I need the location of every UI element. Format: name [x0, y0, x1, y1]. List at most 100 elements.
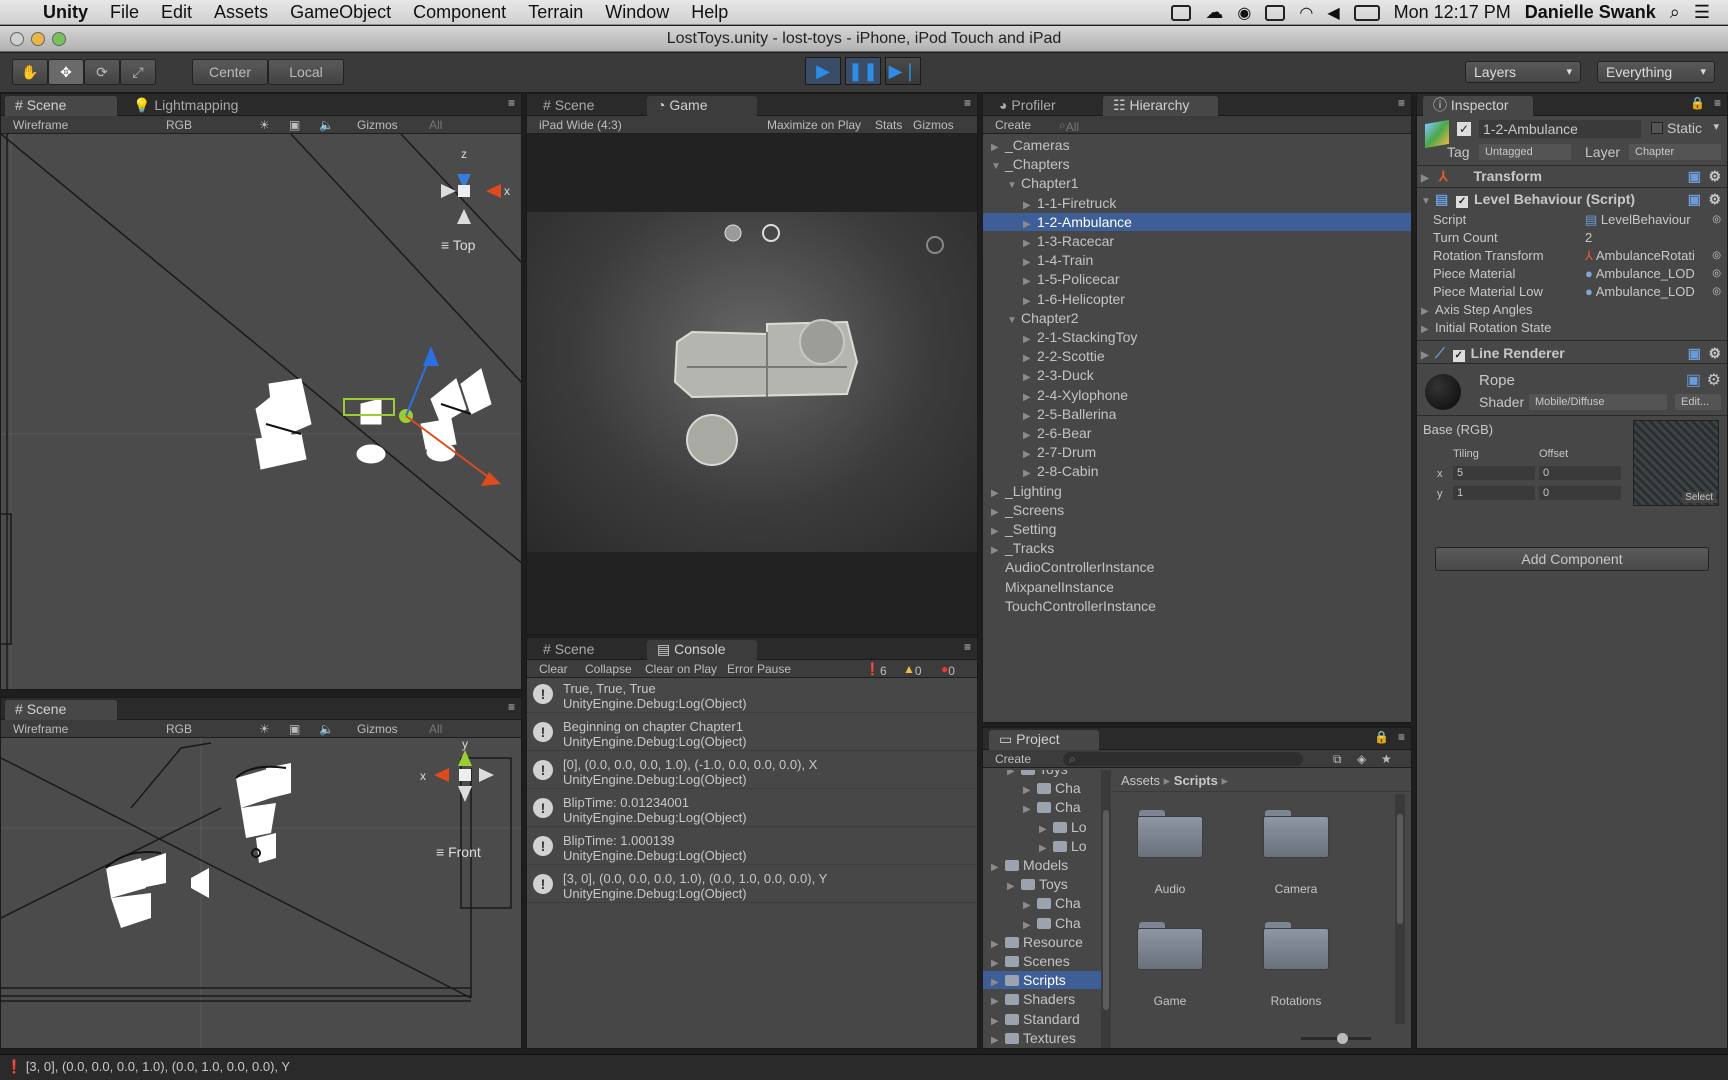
cloud-icon[interactable]: ☁ [1205, 2, 1223, 23]
hierarchy-item[interactable]: ▶ _Lighting [983, 482, 1411, 500]
project-folder-item[interactable]: ▶ Resource [983, 933, 1101, 951]
log-row[interactable]: ! [3, 0], (0.0, 0.0, 0.0, 1.0), (0.0, 1.0… [527, 868, 977, 903]
scene-bottom-viewport[interactable]: y x ≡ Front [1, 738, 521, 1048]
stats-toggle[interactable]: Stats [875, 118, 902, 132]
project-folder-item[interactable]: ▶ Models [983, 856, 1101, 874]
project-tree-scrollbar[interactable] [1101, 770, 1111, 1048]
rotate-tool-button[interactable]: ⟳ [84, 59, 120, 85]
help-icon[interactable]: ▣ [1688, 164, 1701, 188]
tab-hierarchy[interactable]: ☷ Hierarchy [1103, 96, 1218, 116]
field-value[interactable]: ● Ambulance_LOD [1585, 283, 1695, 301]
log-row[interactable]: ! True, True, True UnityEngine.Debug:Log(O… [527, 678, 977, 713]
hierarchy-item[interactable]: ▶ 1-5-Policecar [983, 270, 1411, 288]
menu-file[interactable]: File [99, 2, 150, 23]
folder-game-icon[interactable] [1137, 920, 1203, 970]
warning-count-toggle[interactable]: ▲ 0 [903, 662, 922, 678]
project-folder-item[interactable]: ▶ Shaders [983, 990, 1101, 1008]
tab-scene[interactable]: # Scene [533, 640, 643, 660]
hierarchy-item[interactable]: ▶ _Tracks [983, 539, 1411, 557]
pivot-center-toggle[interactable]: Center [192, 59, 268, 85]
tab-project[interactable]: ▭ Project [989, 730, 1099, 750]
clear-button[interactable]: Clear [539, 662, 568, 676]
tag-dropdown[interactable]: Untagged [1479, 144, 1571, 160]
panel-menu-icon[interactable]: ≡ [964, 96, 971, 110]
scene-top-viewport[interactable]: z x ≡ Top [1, 134, 521, 689]
project-folder-item[interactable]: ▶ Cha [983, 914, 1101, 932]
gear-icon[interactable]: ⚙ [1708, 164, 1721, 188]
zoom-window-icon[interactable] [52, 32, 66, 46]
add-component-button[interactable]: Add Component [1435, 547, 1709, 571]
field-value[interactable]: ⅄ AmbulanceRotati [1585, 247, 1695, 265]
error-pause-toggle[interactable]: Error Pause [727, 662, 791, 676]
object-picker-icon[interactable]: ◎ [1712, 265, 1721, 283]
lock-icon[interactable]: 🔒 [1374, 730, 1389, 744]
project-folder-item[interactable]: ▶ Cha [983, 779, 1101, 797]
hierarchy-item[interactable]: ▶ 2-1-StackingToy [983, 328, 1411, 346]
project-folder-item[interactable]: ▶ Textures [983, 1029, 1101, 1047]
menu-gameobject[interactable]: GameObject [279, 2, 402, 23]
turn-count-input[interactable]: 2 [1585, 229, 1592, 247]
panel-menu-icon[interactable]: ≡ [1714, 96, 1721, 110]
offset-x-input[interactable]: 0 [1539, 466, 1621, 480]
status-icon-1[interactable] [1171, 4, 1192, 21]
panel-menu-icon[interactable]: ≡ [508, 96, 515, 110]
folder-rotations-label[interactable]: Rotations [1241, 994, 1351, 1008]
user-name[interactable]: Danielle Swank [1525, 2, 1656, 23]
log-row[interactable]: ! BlipTime: 1.000139 UnityEngine.Debug:Log… [527, 830, 977, 865]
active-checkbox[interactable]: ✓ [1457, 122, 1471, 136]
status-app-icon[interactable]: ◉ [1237, 3, 1251, 23]
asset-scrollbar[interactable] [1395, 794, 1405, 1024]
aspect-dropdown[interactable]: iPad Wide (4:3) [539, 118, 622, 132]
audio-toggle-icon[interactable]: 🔈 [319, 118, 334, 132]
folder-game-label[interactable]: Game [1115, 994, 1225, 1008]
menu-edit[interactable]: Edit [150, 2, 203, 23]
project-folder-item[interactable]: ▶ Standard [983, 1010, 1101, 1028]
maximize-on-play-toggle[interactable]: Maximize on Play [767, 118, 861, 132]
tab-scene-bottom[interactable]: # Scene [5, 700, 117, 720]
render-mode-dropdown[interactable]: Wireframe [13, 118, 68, 132]
hierarchy-item[interactable]: ▶ _Setting [983, 520, 1411, 538]
slider-knob[interactable] [1337, 1033, 1348, 1044]
hierarchy-item[interactable]: AudioControllerInstance [983, 558, 1411, 576]
texture-select-button[interactable]: Select [1682, 492, 1716, 503]
tab-scene[interactable]: # Scene [5, 96, 117, 116]
panel-menu-icon[interactable]: ≡ [964, 640, 971, 654]
hierarchy-item[interactable]: ▶ 1-3-Racecar [983, 232, 1411, 250]
color-mode-dropdown[interactable]: RGB [166, 118, 192, 132]
gizmos-toggle[interactable]: Gizmos [913, 118, 954, 132]
foldout-initial-rotation-state[interactable]: ▶ Initial Rotation State [1417, 319, 1727, 337]
menu-assets[interactable]: Assets [203, 2, 279, 23]
wifi-icon[interactable]: ◠ [1299, 3, 1313, 23]
project-folder-item[interactable]: ▶Toys [983, 770, 1101, 778]
object-name-input[interactable]: 1-2-Ambulance [1479, 120, 1641, 138]
breadcrumb-scripts[interactable]: Scripts [1174, 773, 1218, 788]
tab-console[interactable]: ▤ Console [647, 640, 757, 660]
layers-dropdown[interactable]: Layers [1465, 61, 1581, 83]
clock[interactable]: Mon 12:17 PM [1394, 2, 1511, 23]
render-mode-dropdown[interactable]: Wireframe [13, 722, 68, 736]
project-folder-item[interactable]: ▶ Scenes [983, 952, 1101, 970]
view-orientation-label[interactable]: ≡ Top [441, 237, 475, 253]
tiling-x-input[interactable]: 5 [1453, 466, 1535, 480]
error-count-toggle[interactable]: ● 0 [941, 662, 955, 678]
hierarchy-item[interactable]: ▶ _Cameras [983, 136, 1411, 154]
image-toggle-icon[interactable]: ▣ [289, 118, 300, 132]
project-folder-item[interactable]: ▶Toys [983, 875, 1101, 893]
hierarchy-item[interactable]: ▶ 1-6-Helicopter [983, 290, 1411, 308]
lock-icon[interactable]: 🔒 [1690, 96, 1705, 110]
hierarchy-item[interactable]: ▶ _Screens [983, 501, 1411, 519]
hierarchy-search-input[interactable]: ⌕ All [1059, 118, 1079, 134]
tab-lightmapping[interactable]: 💡 Lightmapping [123, 96, 253, 116]
project-folder-item[interactable]: ▶ Cha [983, 894, 1101, 912]
spotlight-search-icon[interactable]: ⌕ [1670, 2, 1680, 23]
favorites-icon[interactable]: ★ [1381, 752, 1392, 766]
project-folder-item[interactable]: ▶ Lo [983, 837, 1101, 855]
scale-tool-button[interactable]: ⤢ [120, 59, 156, 85]
script-component-header[interactable]: ▼ ▤ ✓ Level Behaviour (Script) ▣ ⚙ [1417, 188, 1727, 210]
panel-menu-icon[interactable]: ≡ [1398, 730, 1405, 744]
tab-game[interactable]: ◔ Game [647, 96, 757, 116]
tiling-y-input[interactable]: 1 [1453, 486, 1535, 500]
help-icon[interactable]: ▣ [1688, 188, 1701, 210]
menu-component[interactable]: Component [402, 2, 517, 23]
script-enabled-checkbox[interactable]: ✓ [1456, 196, 1469, 208]
